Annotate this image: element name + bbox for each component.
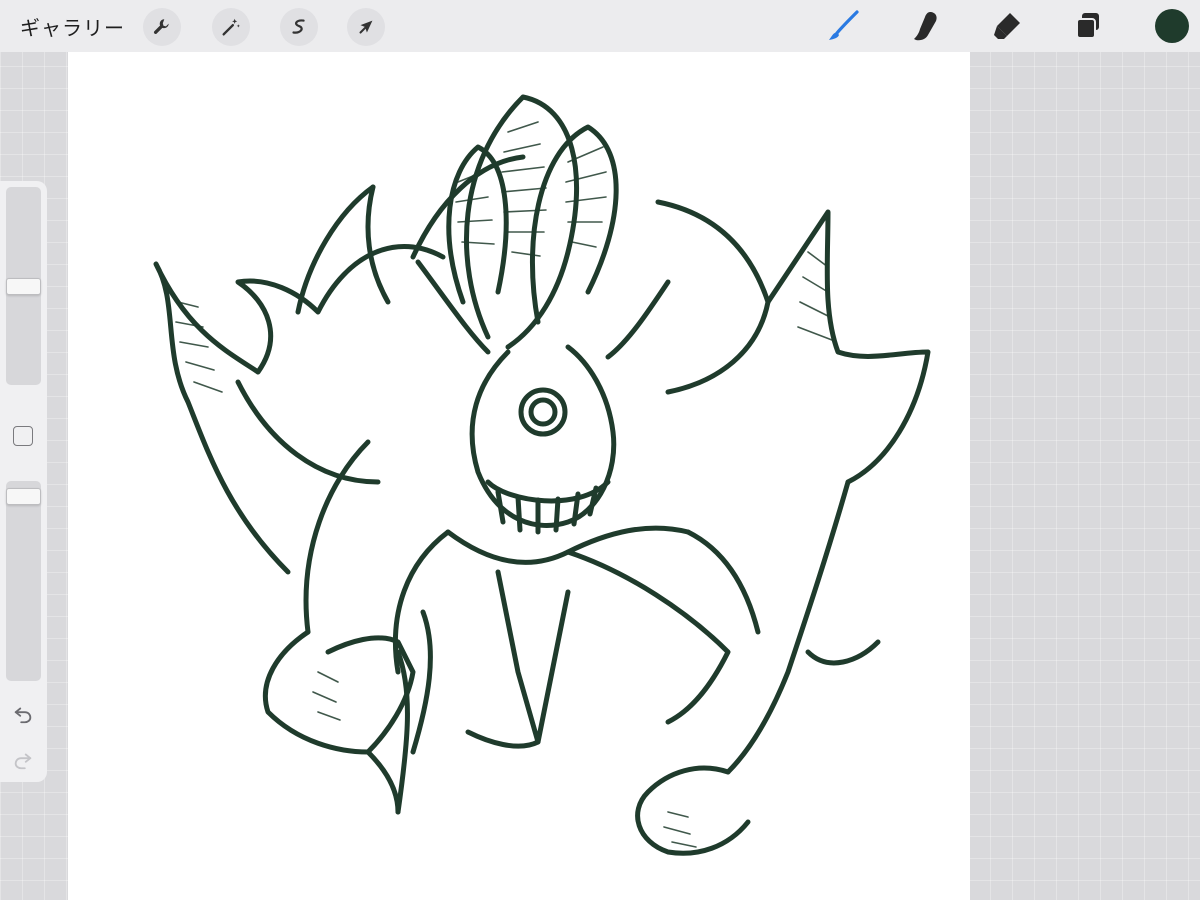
opacity-slider-thumb[interactable] xyxy=(6,488,41,505)
eraser-tool-button[interactable] xyxy=(987,6,1027,46)
smudge-finger-icon xyxy=(914,12,937,41)
eraser-icon xyxy=(994,13,1020,39)
selection-s-icon xyxy=(292,19,305,34)
arrow-cursor-icon xyxy=(359,20,373,34)
redo-button[interactable] xyxy=(8,745,38,775)
layers-icon xyxy=(1076,13,1099,39)
adjustments-button[interactable] xyxy=(212,8,250,46)
transform-button[interactable] xyxy=(347,8,385,46)
undo-icon xyxy=(14,707,32,724)
color-swatch-button[interactable] xyxy=(1155,9,1189,43)
smudge-tool-button[interactable] xyxy=(905,6,945,46)
gallery-button[interactable]: ギャラリー xyxy=(20,10,125,42)
redo-icon xyxy=(14,753,32,770)
layers-button[interactable] xyxy=(1068,6,1108,46)
magic-wand-icon xyxy=(222,18,240,36)
brush-icon xyxy=(829,10,859,40)
wrench-icon xyxy=(153,19,169,34)
top-toolbar: ギャラリー xyxy=(0,0,1200,52)
opacity-slider[interactable] xyxy=(6,481,41,681)
brush-size-slider-thumb[interactable] xyxy=(6,278,41,295)
left-sidebar xyxy=(0,181,47,782)
undo-button[interactable] xyxy=(8,699,38,729)
actions-button[interactable] xyxy=(143,8,181,46)
drawing-canvas[interactable] xyxy=(68,52,970,900)
line-art-horned-creature-icon xyxy=(153,94,931,856)
selection-button[interactable] xyxy=(280,8,318,46)
brush-size-slider[interactable] xyxy=(6,187,41,385)
brush-tool-button[interactable] xyxy=(824,6,864,46)
modify-button[interactable] xyxy=(13,426,33,446)
